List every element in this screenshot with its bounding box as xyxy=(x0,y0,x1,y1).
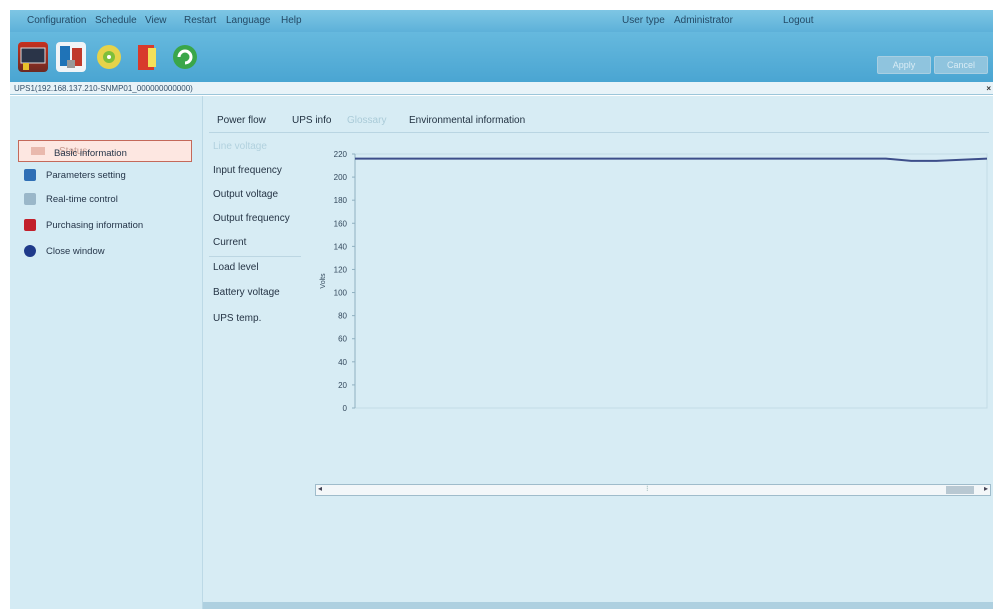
y-tick-label: 220 xyxy=(334,150,348,159)
menu-configuration[interactable]: Configuration xyxy=(27,15,86,26)
scroll-center-mark: ⁝ xyxy=(646,484,649,493)
sidebar: Status Basic information Parameters sett… xyxy=(10,96,203,609)
scroll-thumb[interactable] xyxy=(946,486,974,494)
control-icon xyxy=(24,193,36,205)
y-tick-label: 20 xyxy=(338,381,347,390)
refresh-icon[interactable] xyxy=(170,42,200,72)
tab-glossary[interactable]: Glossary xyxy=(347,115,386,126)
y-tick-label: 180 xyxy=(334,196,348,205)
list-item-output-voltage[interactable]: Output voltage xyxy=(209,184,301,206)
logout-link[interactable]: Logout xyxy=(783,15,814,26)
y-tick-label: 60 xyxy=(338,335,347,344)
apply-button[interactable]: Apply xyxy=(877,56,931,74)
toolbar: Apply Cancel xyxy=(10,32,993,82)
scroll-left-arrow[interactable]: ◂ xyxy=(318,484,322,493)
list-item-input-frequency[interactable]: Input frequency xyxy=(209,160,301,182)
y-tick-label: 100 xyxy=(334,289,348,298)
sidebar-item-label: Basic information xyxy=(54,148,127,159)
tab-bar: Power flow UPS info Glossary Environment… xyxy=(209,110,989,133)
menu-restart[interactable]: Restart xyxy=(184,15,216,26)
close-icon xyxy=(24,245,36,257)
cancel-button[interactable]: Cancel xyxy=(934,56,988,74)
sidebar-item-label: Close window xyxy=(46,246,105,257)
device-path-bar: UPS1(192.168.137.210-SNMP01_000000000000… xyxy=(10,82,993,95)
list-item-output-frequency[interactable]: Output frequency xyxy=(209,208,301,230)
menu-schedule[interactable]: Schedule xyxy=(95,15,137,26)
y-axis-label: Volts xyxy=(320,273,327,289)
voltage-chart: 0 20 40 60 80 100 120 140 160 180 200 220 Volts xyxy=(311,142,991,422)
list-item-current[interactable]: Current xyxy=(209,232,301,254)
list-item-line-voltage[interactable]: Line voltage xyxy=(209,136,301,158)
list-item-ups-temp[interactable]: UPS temp. xyxy=(209,308,301,330)
menu-language[interactable]: Language xyxy=(226,15,271,26)
y-tick-label: 40 xyxy=(338,358,347,367)
y-tick-label: 80 xyxy=(338,312,347,321)
purchase-icon xyxy=(24,219,36,231)
chart-scrollbar[interactable]: ◂ ⁝ ▸ xyxy=(315,484,991,496)
sidebar-item-label: Real-time control xyxy=(46,194,118,205)
y-tick-label: 200 xyxy=(334,173,348,182)
scroll-right-arrow[interactable]: ▸ xyxy=(984,484,988,493)
menu-view[interactable]: View xyxy=(145,15,167,26)
list-item-load-level[interactable]: Load level xyxy=(209,256,301,278)
close-icon[interactable]: × xyxy=(986,82,991,95)
y-tick-label: 140 xyxy=(334,242,348,251)
tab-ups-info[interactable]: UPS info xyxy=(292,115,331,126)
y-tick-label: 160 xyxy=(334,219,348,228)
series-line-0 xyxy=(355,157,988,162)
menu-bar: Configuration Schedule View Restart Lang… xyxy=(10,10,993,32)
monitor-icon xyxy=(24,169,36,181)
sidebar-item-label: Purchasing information xyxy=(46,220,144,231)
y-tick-label: 0 xyxy=(343,404,348,413)
monitor-icon[interactable] xyxy=(18,42,48,72)
tab-power-flow[interactable]: Power flow xyxy=(217,115,266,126)
main-panel: Power flow UPS info Glossary Environment… xyxy=(203,96,993,609)
status-icon xyxy=(31,147,45,155)
device-path: UPS1(192.168.137.210-SNMP01_000000000000… xyxy=(14,84,193,93)
user-type-label: User type xyxy=(622,15,665,26)
bottom-bar xyxy=(203,602,993,609)
plot-area xyxy=(354,153,988,409)
chart-canvas: 0 20 40 60 80 100 120 140 160 180 200 220 Volts xyxy=(320,150,988,413)
y-tick-label: 120 xyxy=(334,265,348,274)
cd-icon[interactable] xyxy=(94,42,124,72)
tab-environmental-information[interactable]: Environmental information xyxy=(409,115,525,126)
sidebar-item-label: Parameters setting xyxy=(46,170,126,181)
list-item-battery-voltage[interactable]: Battery voltage xyxy=(209,282,301,304)
tools-icon[interactable] xyxy=(56,42,86,72)
ups-icon[interactable] xyxy=(132,42,162,72)
info-icon xyxy=(24,144,30,150)
menu-help[interactable]: Help xyxy=(281,15,302,26)
user-type-value: Administrator xyxy=(674,15,733,26)
